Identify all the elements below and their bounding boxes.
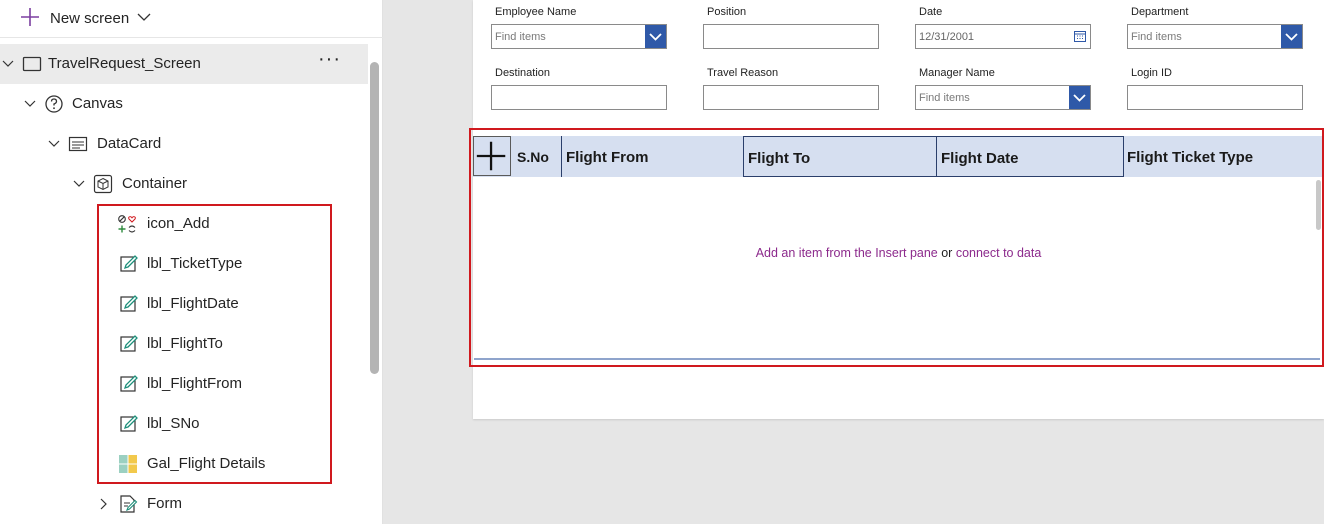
date-label: Date <box>919 6 943 18</box>
tree-item-label: DataCard <box>97 135 162 152</box>
chevron-down-icon[interactable] <box>24 98 36 110</box>
dropdown-button[interactable] <box>1281 25 1302 48</box>
new-screen-label: New screen <box>50 10 130 27</box>
employee-name-placeholder: Find items <box>495 31 546 43</box>
tree-item-label: Form <box>147 495 182 512</box>
tree-item-datacard[interactable]: DataCard <box>0 124 368 164</box>
travel-reason-label: Travel Reason <box>707 67 779 79</box>
date-value: 12/31/2001 <box>919 31 975 43</box>
destination-label: Destination <box>495 67 551 79</box>
tree-item-travelrequest-screen[interactable]: TravelRequest_Screen ··· <box>0 44 368 84</box>
tree-view-panel: New screen TravelRequest_Screen ··· Canv… <box>0 0 383 524</box>
question-circle-icon <box>45 95 63 113</box>
manager-name-label: Manager Name <box>919 67 995 79</box>
employee-name-combobox[interactable]: Find items <box>491 24 667 49</box>
chevron-down-icon <box>1073 94 1086 102</box>
tree-item-form[interactable]: Form <box>0 484 368 524</box>
tree-item-container[interactable]: Container <box>0 164 368 204</box>
new-screen-button[interactable]: New screen <box>0 0 383 38</box>
chevron-down-icon[interactable] <box>2 58 14 70</box>
manager-name-placeholder: Find items <box>919 92 970 104</box>
tree-scrollbar[interactable] <box>370 62 379 374</box>
chevron-down-icon[interactable] <box>137 11 151 23</box>
chevron-down-icon[interactable] <box>73 178 85 190</box>
department-label: Department <box>1131 6 1189 18</box>
selection-highlight-box <box>97 204 332 484</box>
position-input[interactable] <box>703 24 879 49</box>
form-icon <box>120 495 138 513</box>
department-placeholder: Find items <box>1131 31 1182 43</box>
employee-name-label: Employee Name <box>495 6 577 18</box>
chevron-down-icon <box>649 33 662 41</box>
login-id-label: Login ID <box>1131 67 1172 79</box>
tree-item-canvas[interactable]: Canvas <box>0 84 368 124</box>
position-label: Position <box>707 6 747 18</box>
manager-name-combobox[interactable]: Find items <box>915 85 1091 110</box>
destination-input[interactable] <box>491 85 667 110</box>
screen-icon <box>22 56 42 72</box>
login-id-input[interactable] <box>1127 85 1303 110</box>
tree-item-label: Canvas <box>72 95 123 112</box>
dropdown-button[interactable] <box>1069 86 1090 109</box>
tree-item-label: TravelRequest_Screen <box>48 55 201 72</box>
chevron-right-icon[interactable] <box>97 498 109 510</box>
selection-highlight-box <box>469 128 1324 367</box>
plus-icon <box>21 8 39 26</box>
chevron-down-icon <box>1285 33 1298 41</box>
chevron-down-icon[interactable] <box>48 138 60 150</box>
travel-reason-input[interactable] <box>703 85 879 110</box>
calendar-icon[interactable] <box>1074 30 1086 42</box>
more-options-icon[interactable]: ··· <box>318 48 341 71</box>
date-picker[interactable]: 12/31/2001 <box>915 24 1091 49</box>
datacard-icon <box>68 136 88 152</box>
dropdown-button[interactable] <box>645 25 666 48</box>
department-combobox[interactable]: Find items <box>1127 24 1303 49</box>
tree-item-label: Container <box>122 175 188 192</box>
container-icon <box>93 174 113 194</box>
